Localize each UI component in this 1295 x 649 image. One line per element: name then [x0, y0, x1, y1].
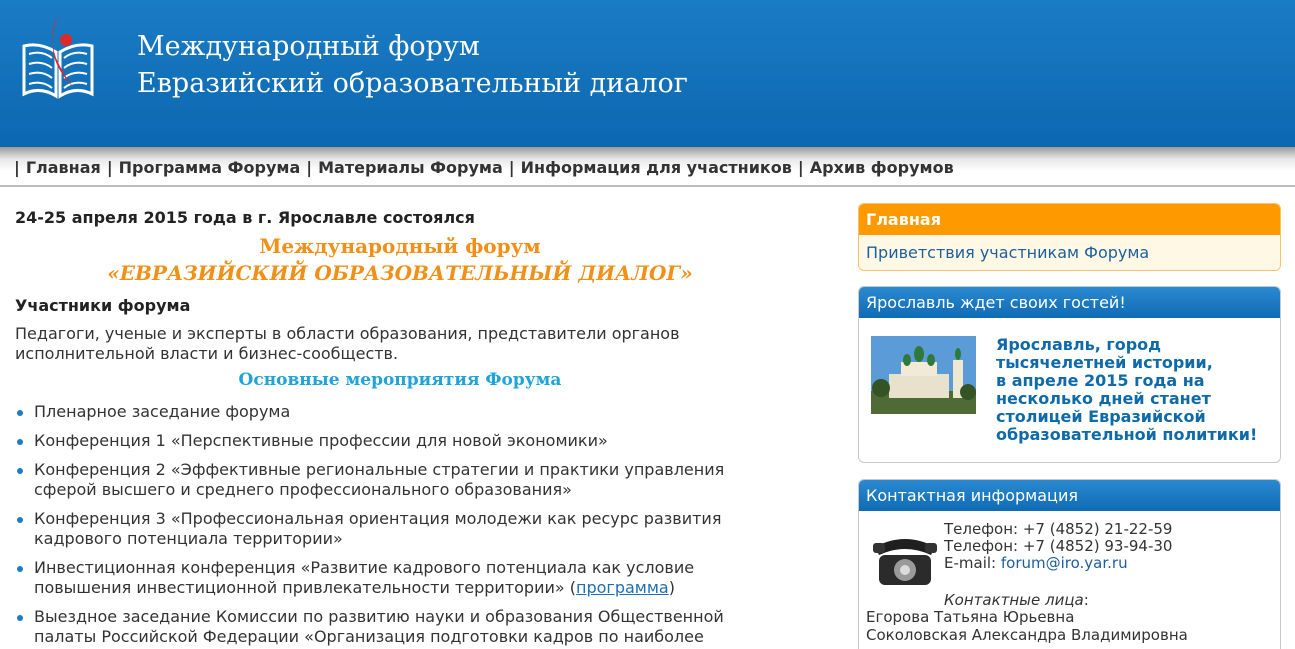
list-item: Инвестиционная конференция «Развитие кад…: [15, 558, 775, 598]
nav-separator: |: [106, 158, 113, 177]
forum-title-line2: «ЕВРАЗИЙСКИЙ ОБРАЗОВАТЕЛЬНЫЙ ДИАЛОГ»: [107, 261, 693, 285]
participants-heading: Участники форума: [15, 296, 191, 315]
contact-lines: Телефон: +7 (4852) 21-22-59 Телефон: +7 …: [944, 521, 1172, 572]
nav-separator: |: [306, 158, 313, 177]
events-heading: Основные мероприятия Форума: [238, 370, 562, 390]
yaroslavl-text-line: несколько дней станет: [996, 389, 1211, 408]
phone-2: Телефон: +7 (4852) 93-94-30: [944, 537, 1173, 555]
list-item: Пленарное заседание форума: [15, 402, 775, 422]
program-link[interactable]: программа: [576, 578, 669, 597]
list-item: Выездное заседание Комиссии по развитию …: [15, 607, 775, 647]
nav-item-program[interactable]: Программа Форума: [119, 158, 301, 177]
nav-item-archive[interactable]: Архив форумов: [810, 158, 954, 177]
nav-item-materials[interactable]: Материалы Форума: [318, 158, 503, 177]
yaroslavl-text-line: образовательной политики!: [996, 425, 1258, 444]
event-text: Пленарное заседание форума: [34, 402, 291, 421]
sidebar: Главная Приветствия участникам Форума: [858, 203, 1281, 271]
list-item: Конференция 2 «Эффективные региональные …: [15, 460, 775, 500]
main-box-header[interactable]: Главная: [859, 204, 1280, 235]
contact-persons-heading-text: Контактные лица: [944, 591, 1084, 609]
contact-persons: Егорова Татьяна Юрьевна Соколовская Алек…: [866, 608, 1188, 644]
event-text: Конференция 2 «Эффективные региональные …: [34, 460, 725, 499]
site-header: Международный форум Евразийский образова…: [0, 0, 1295, 147]
participants-text: Педагоги, ученые и эксперты в области об…: [15, 324, 680, 363]
event-text: Выездное заседание Комиссии по развитию …: [34, 607, 724, 646]
contact-persons-heading-colon: :: [1083, 591, 1089, 609]
yaroslavl-text: Ярославль, город тысячелетней истории, в…: [996, 336, 1257, 444]
forum-title-line1: Международный форум: [259, 234, 541, 258]
nav-separator: |: [797, 158, 804, 177]
contact-person: Егорова Татьяна Юрьевна: [866, 608, 1075, 626]
list-item: Конференция 1 «Перспективные профессии д…: [15, 431, 775, 451]
forum-title: Международный форум «ЕВРАЗИЙСКИЙ ОБРАЗОВ…: [15, 233, 785, 287]
main-box: Главная Приветствия участникам Форума: [858, 203, 1281, 271]
main-navigation: | Главная | Программа Форума | Материалы Фору…: [0, 147, 1295, 187]
phone-1: Телефон: +7 (4852) 21-22-59: [944, 520, 1173, 538]
site-title-line1: Международный форум: [137, 31, 480, 62]
yaroslavl-box: Ярославль ждет своих гостей! Ярославль, …: [858, 286, 1281, 463]
event-text: Конференция 1 «Перспективные профессии д…: [34, 431, 608, 450]
nav-item-participant-info[interactable]: Информация для участников: [521, 158, 792, 177]
event-text-tail: ): [668, 578, 675, 597]
yaroslavl-text-line: тысячелетней истории,: [996, 353, 1213, 372]
yaroslavl-text-line: столицей Евразийской: [996, 407, 1206, 426]
yaroslavl-text-line: Ярославль, город: [996, 335, 1162, 354]
greetings-link[interactable]: Приветствия участникам Форума: [866, 243, 1149, 262]
main-content: 24-25 апреля 2015 года в г. Ярославле со…: [15, 208, 815, 649]
yaroslavl-church-photo[interactable]: [871, 336, 976, 414]
list-item: Конференция 3 «Профессиональная ориентац…: [15, 509, 775, 549]
event-text: Конференция 3 «Профессиональная ориентац…: [34, 509, 722, 548]
open-book-logo-icon[interactable]: [18, 12, 98, 102]
intro-text: 24-25 апреля 2015 года в г. Ярославле со…: [15, 208, 475, 227]
nav-item-home[interactable]: Главная: [26, 158, 101, 177]
events-list: Пленарное заседание форума Конференция 1…: [15, 402, 815, 647]
nav-separator: |: [14, 158, 20, 177]
nav-separator: |: [508, 158, 515, 177]
telephone-icon: [873, 539, 937, 585]
contact-box: Контактная информация Телефон: +7 (4852)…: [858, 479, 1281, 649]
contact-persons-heading: Контактные лица:: [944, 591, 1089, 609]
main-box-body: Приветствия участникам Форума: [859, 235, 1280, 270]
site-title-line2: Евразийский образовательный диалог: [137, 68, 688, 99]
email-link[interactable]: forum@iro.yar.ru: [1001, 554, 1128, 572]
site-title: Международный форум Евразийский образова…: [137, 28, 688, 102]
contact-person: Соколовская Александра Владимировна: [866, 626, 1188, 644]
email-label: E-mail:: [944, 554, 1001, 572]
contact-box-header: Контактная информация: [859, 480, 1280, 511]
yaroslavl-text-line: в апреле 2015 года на: [996, 371, 1205, 390]
yaroslavl-box-header: Ярославль ждет своих гостей!: [859, 287, 1280, 318]
